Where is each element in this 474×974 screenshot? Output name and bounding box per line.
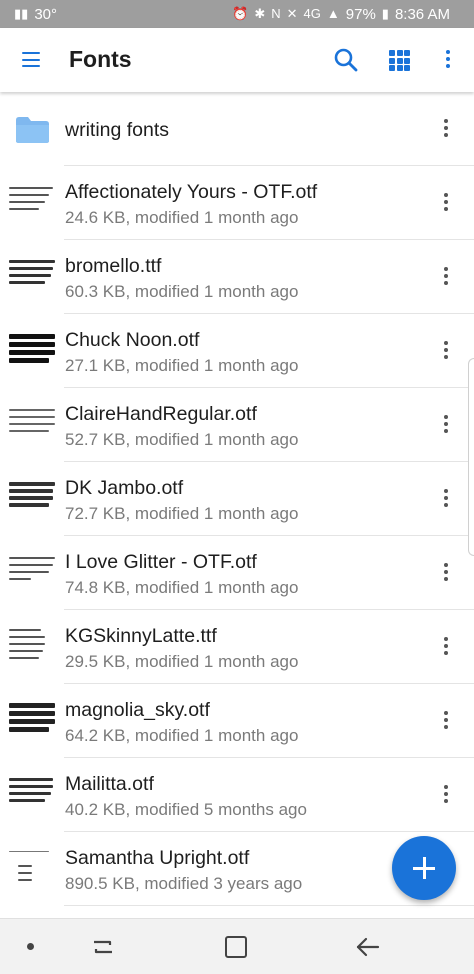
alarm-icon: ⏰: [232, 6, 249, 21]
font-preview-thumbnail: [8, 477, 56, 521]
file-row[interactable]: I Love Glitter - OTF.otf 74.8 KB, modifi…: [0, 536, 474, 610]
folder-icon: [16, 117, 49, 143]
recents-icon[interactable]: [90, 935, 116, 959]
folder-name: writing fonts: [65, 119, 170, 141]
more-vert-icon[interactable]: [438, 415, 454, 437]
font-preview-thumbnail: [8, 699, 56, 743]
file-meta: 24.6 KB, modified 1 month ago: [65, 208, 299, 227]
file-list: writing fonts Affectionately Yours - OTF…: [0, 92, 474, 918]
file-row[interactable]: bromello.ttf 60.3 KB, modified 1 month a…: [0, 240, 474, 314]
more-vert-icon[interactable]: [438, 711, 454, 733]
nfc-icon: N: [271, 6, 281, 21]
page-title: Fonts: [69, 46, 132, 72]
font-preview-thumbnail: [8, 403, 56, 447]
file-name: bromello.ttf: [65, 255, 162, 277]
app-bar: Fonts: [0, 28, 474, 92]
file-meta: 74.8 KB, modified 1 month ago: [65, 578, 299, 597]
file-row[interactable]: ClaireHandRegular.otf 52.7 KB, modified …: [0, 388, 474, 462]
back-icon[interactable]: [355, 935, 381, 959]
signal-icon: ▲: [326, 6, 340, 21]
file-name: Affectionately Yours - OTF.otf: [65, 181, 318, 203]
file-row[interactable]: magnolia_sky.otf 64.2 KB, modified 1 mon…: [0, 684, 474, 758]
file-meta: 64.2 KB, modified 1 month ago: [65, 726, 299, 745]
divider: [64, 905, 474, 906]
status-time: 8:36 AM: [394, 5, 450, 23]
font-preview-thumbnail: [8, 255, 56, 299]
system-nav-bar: [0, 918, 474, 974]
file-row[interactable]: KGSkinnyLatte.ttf 29.5 KB, modified 1 mo…: [0, 610, 474, 684]
status-right: ⏰ ✱ N ✕ 4G ▲ 97% ▮ 8:36 AM: [232, 5, 450, 23]
network-type: 4G: [303, 6, 321, 21]
scrollbar[interactable]: [468, 358, 474, 556]
file-meta: 52.7 KB, modified 1 month ago: [65, 430, 299, 449]
font-preview-thumbnail: [8, 329, 56, 373]
font-preview-thumbnail: [8, 551, 56, 595]
file-row[interactable]: Mailitta.otf 40.2 KB, modified 5 months …: [0, 758, 474, 832]
file-name: I Love Glitter - OTF.otf: [65, 551, 257, 573]
font-preview-thumbnail: [8, 625, 56, 669]
plus-icon: [413, 857, 435, 879]
folder-row[interactable]: writing fonts: [0, 92, 474, 166]
file-meta: 72.7 KB, modified 1 month ago: [65, 504, 299, 523]
font-preview-thumbnail: [8, 181, 56, 225]
status-left: ▮▮ 30°: [14, 5, 57, 23]
search-icon[interactable]: [333, 47, 359, 73]
font-preview-thumbnail: [8, 847, 56, 891]
more-vert-icon[interactable]: [440, 50, 456, 72]
more-vert-icon[interactable]: [438, 341, 454, 363]
more-vert-icon[interactable]: [438, 193, 454, 215]
more-vert-icon[interactable]: [438, 637, 454, 659]
battery-icon: ▮: [381, 6, 389, 21]
file-meta: 40.2 KB, modified 5 months ago: [65, 800, 307, 819]
file-name: Mailitta.otf: [65, 773, 154, 795]
grid-view-icon[interactable]: [389, 50, 411, 72]
file-name: Samantha Upright.otf: [65, 847, 250, 869]
more-vert-icon[interactable]: [438, 119, 454, 141]
battery-percent: 97%: [345, 5, 376, 23]
more-vert-icon[interactable]: [438, 489, 454, 511]
file-name: magnolia_sky.otf: [65, 699, 210, 721]
file-name: KGSkinnyLatte.ttf: [65, 625, 217, 647]
file-name: ClaireHandRegular.otf: [65, 403, 257, 425]
bluetooth-icon: ✱: [254, 6, 266, 21]
home-icon[interactable]: [225, 936, 247, 958]
mute-icon: ✕: [286, 6, 298, 21]
file-row[interactable]: Affectionately Yours - OTF.otf 24.6 KB, …: [0, 166, 474, 240]
menu-icon[interactable]: [20, 48, 44, 72]
status-temperature: 30°: [34, 5, 57, 23]
add-button[interactable]: [392, 836, 456, 900]
file-meta: 27.1 KB, modified 1 month ago: [65, 356, 299, 375]
more-vert-icon[interactable]: [438, 267, 454, 289]
file-name: DK Jambo.otf: [65, 477, 184, 499]
more-vert-icon[interactable]: [438, 563, 454, 585]
status-bar: ▮▮ 30° ⏰ ✱ N ✕ 4G ▲ 97% ▮ 8:36 AM: [0, 0, 474, 28]
file-meta: 890.5 KB, modified 3 years ago: [65, 874, 303, 893]
more-vert-icon[interactable]: [438, 785, 454, 807]
file-row[interactable]: DK Jambo.otf 72.7 KB, modified 1 month a…: [0, 462, 474, 536]
nav-dot-icon[interactable]: [27, 943, 34, 950]
file-name: Chuck Noon.otf: [65, 329, 200, 351]
file-meta: 29.5 KB, modified 1 month ago: [65, 652, 299, 671]
file-row[interactable]: Chuck Noon.otf 27.1 KB, modified 1 month…: [0, 314, 474, 388]
notification-icon: ▮▮: [14, 6, 29, 21]
font-preview-thumbnail: [8, 773, 56, 817]
file-meta: 60.3 KB, modified 1 month ago: [65, 282, 299, 301]
